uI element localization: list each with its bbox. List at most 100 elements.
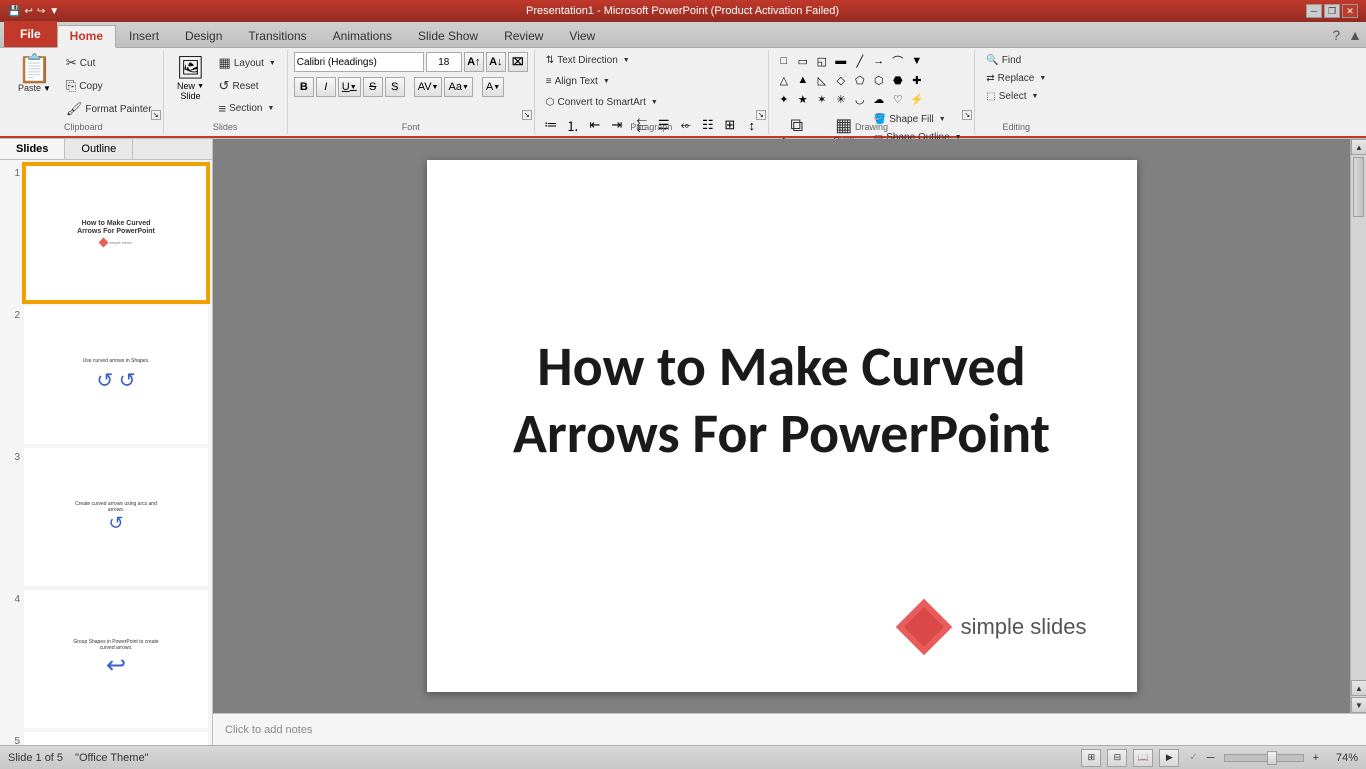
drawing-expand-btn[interactable]: ↘	[962, 110, 972, 120]
tab-design[interactable]: Design	[172, 25, 235, 47]
shape-arc[interactable]: ◡	[851, 90, 869, 108]
save-icon[interactable]: 💾	[8, 6, 20, 17]
normal-view-btn[interactable]: ⊞	[1081, 749, 1101, 767]
font-size-decrease-btn[interactable]: A↓	[486, 52, 506, 72]
strikethrough-button[interactable]: S	[363, 77, 383, 97]
shape-more[interactable]: ▼	[908, 52, 926, 70]
main-slide[interactable]: How to Make Curved Arrows For PowerPoint…	[427, 160, 1137, 692]
shape-lightning[interactable]: ⚡	[908, 90, 926, 108]
font-name-input[interactable]	[294, 52, 424, 72]
outline-tab[interactable]: Outline	[65, 139, 133, 159]
convert-smartart-button[interactable]: ⬡ Convert to SmartArt ▼	[541, 94, 663, 111]
shape-heart[interactable]: ♡	[889, 90, 907, 108]
scroll-up2-btn[interactable]: ▲	[1351, 680, 1366, 696]
ribbon-minimize-icon[interactable]: ▲	[1344, 23, 1366, 47]
tab-animations[interactable]: Animations	[320, 25, 405, 47]
shape-cloud[interactable]: ☁	[870, 90, 888, 108]
text-shadow-button[interactable]: S	[385, 77, 405, 97]
restore-btn[interactable]: ❒	[1324, 4, 1340, 18]
font-size-increase-btn[interactable]: A↑	[464, 52, 484, 72]
new-slide-button[interactable]: 🖼 New ▼ Slide	[170, 52, 212, 104]
slide-thumb-1[interactable]: 1 How to Make CurvedArrows For PowerPoin…	[4, 164, 208, 302]
bold-button[interactable]: B	[294, 77, 314, 97]
quick-access-toolbar[interactable]: 💾 ↩ ↪ ▼	[8, 6, 59, 17]
slides-list[interactable]: 1 How to Make CurvedArrows For PowerPoin…	[0, 160, 212, 745]
zoom-minus-btn[interactable]: ─	[1204, 752, 1218, 764]
slide-preview-5[interactable]: Use SmartArt Graphics in PowerPoint	[24, 732, 208, 745]
scroll-down-btn[interactable]: ▼	[1351, 697, 1366, 713]
font-color-btn[interactable]: A ▼	[482, 77, 504, 97]
notes-area[interactable]: Click to add notes	[213, 713, 1366, 745]
shape-curve[interactable]: ⌒	[889, 52, 907, 70]
reading-view-btn[interactable]: 📖	[1133, 749, 1153, 767]
tab-slideshow[interactable]: Slide Show	[405, 25, 491, 47]
help-icon[interactable]: ?	[1328, 23, 1344, 47]
shape-star5[interactable]: ★	[794, 90, 812, 108]
tab-insert[interactable]: Insert	[116, 25, 172, 47]
cut-button[interactable]: ✂ Cut	[61, 52, 157, 74]
format-painter-button[interactable]: 🖌 Format Painter	[61, 98, 157, 120]
slide-thumb-5[interactable]: 5 Use SmartArt Graphics in PowerPoint	[4, 732, 208, 745]
italic-button[interactable]: I	[316, 77, 336, 97]
copy-button[interactable]: ⎘ Copy	[61, 75, 157, 97]
minimize-btn[interactable]: ─	[1306, 4, 1322, 18]
tab-transitions[interactable]: Transitions	[235, 25, 319, 47]
underline-button[interactable]: U▼	[338, 77, 361, 97]
scroll-track[interactable]	[1351, 155, 1366, 680]
shape-line[interactable]: ╱	[851, 52, 869, 70]
align-text-button[interactable]: ≡ Align Text ▼	[541, 73, 615, 90]
slide-container[interactable]: How to Make Curved Arrows For PowerPoint…	[213, 139, 1350, 713]
scroll-thumb[interactable]	[1353, 157, 1364, 217]
close-btn[interactable]: ✕	[1342, 4, 1358, 18]
slide-thumb-3[interactable]: 3 Create curved arrows using arcs andarr…	[4, 448, 208, 586]
shape-tri[interactable]: △	[775, 71, 793, 89]
slides-tab[interactable]: Slides	[0, 139, 65, 159]
tab-home[interactable]: Home	[57, 25, 116, 48]
clipboard-expand-btn[interactable]: ↘	[151, 110, 161, 120]
font-size-input[interactable]	[426, 52, 462, 72]
slide-thumb-4[interactable]: 4 Group Shapes in PowerPoint to createcu…	[4, 590, 208, 728]
zoom-plus-btn[interactable]: +	[1310, 752, 1322, 764]
paste-button[interactable]: 📋 Paste ▼	[10, 52, 59, 96]
paragraph-expand-btn[interactable]: ↘	[756, 110, 766, 120]
reset-button[interactable]: ↺ Reset	[214, 75, 281, 97]
tab-review[interactable]: Review	[491, 25, 556, 47]
shape-arrow[interactable]: →	[870, 52, 888, 70]
replace-button[interactable]: ⇄ Replace ▼	[981, 70, 1051, 87]
zoom-thumb[interactable]	[1267, 751, 1277, 765]
tab-file[interactable]: File	[4, 21, 57, 47]
shape-pent[interactable]: ⬠	[851, 71, 869, 89]
select-button[interactable]: ⬚ Select ▼	[981, 88, 1051, 105]
customize-icon[interactable]: ▼	[49, 6, 59, 17]
slide-preview-4[interactable]: Group Shapes in PowerPoint to createcurv…	[24, 590, 208, 728]
clear-format-btn[interactable]: ⌧	[508, 52, 528, 72]
find-button[interactable]: 🔍 Find	[981, 52, 1051, 69]
shape-isoc[interactable]: ▲	[794, 71, 812, 89]
redo-icon[interactable]: ↪	[37, 6, 45, 17]
shape-rect2[interactable]: ▬	[832, 52, 850, 70]
shape-rounded-rect[interactable]: ▭	[794, 52, 812, 70]
right-scrollbar[interactable]: ▲ ▲ ▼	[1350, 139, 1366, 713]
paste-dropdown-arrow[interactable]: ▼	[43, 84, 51, 93]
zoom-level[interactable]: 74%	[1328, 752, 1358, 764]
slide-thumb-2[interactable]: 2 Use curved arrows in Shapes. ↺ ↺	[4, 306, 208, 444]
shape-hex[interactable]: ⬡	[870, 71, 888, 89]
shape-rt[interactable]: ◺	[813, 71, 831, 89]
shape-star6[interactable]: ✶	[813, 90, 831, 108]
undo-icon[interactable]: ↩	[24, 6, 32, 17]
shape-oct[interactable]: ⬣	[889, 71, 907, 89]
slide-preview-1[interactable]: How to Make CurvedArrows For PowerPoint …	[24, 164, 208, 302]
shape-star8[interactable]: ✳	[832, 90, 850, 108]
scroll-up-btn[interactable]: ▲	[1351, 139, 1366, 155]
zoom-slider[interactable]	[1224, 754, 1304, 762]
font-expand-btn[interactable]: ↘	[522, 110, 532, 120]
slide-sorter-btn[interactable]: ⊟	[1107, 749, 1127, 767]
window-controls[interactable]: ─ ❒ ✕	[1306, 4, 1358, 18]
shape-star4[interactable]: ✦	[775, 90, 793, 108]
shape-cross[interactable]: ✚	[908, 71, 926, 89]
shape-diamond[interactable]: ◇	[832, 71, 850, 89]
new-slide-dropdown[interactable]: ▼	[197, 83, 204, 90]
section-button[interactable]: ≡ Section ▼	[214, 98, 281, 119]
slide-preview-2[interactable]: Use curved arrows in Shapes. ↺ ↺	[24, 306, 208, 444]
char-spacing-btn[interactable]: AV▼	[414, 77, 443, 97]
